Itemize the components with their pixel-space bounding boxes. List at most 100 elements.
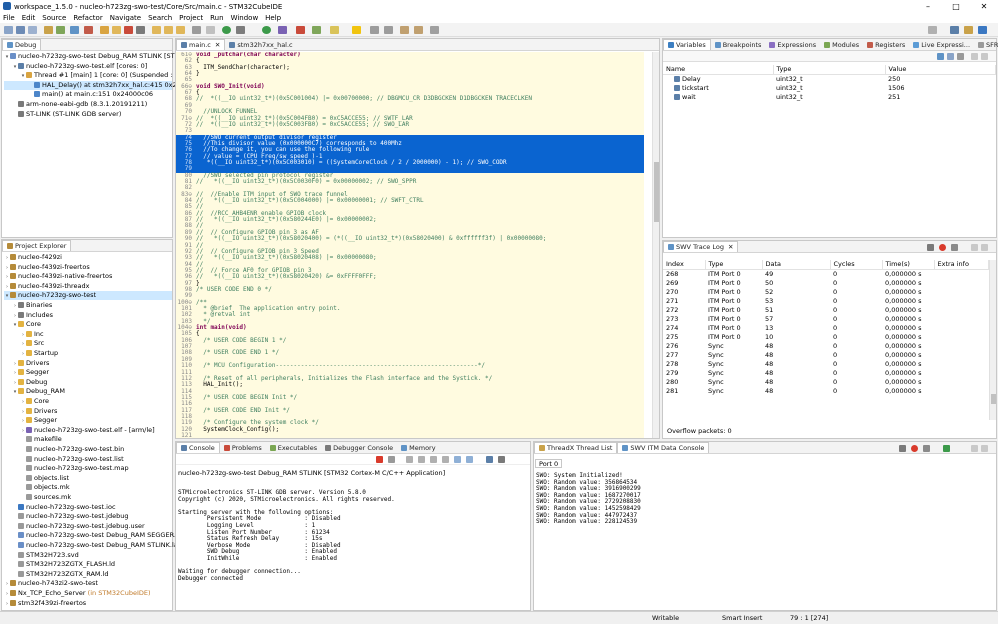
tab-executables[interactable]: Executables bbox=[266, 442, 321, 453]
menu-search[interactable]: Search bbox=[148, 14, 172, 22]
tab-variables[interactable]: Variables bbox=[663, 39, 711, 50]
tree-item[interactable]: › Drivers bbox=[4, 407, 172, 416]
tree-item[interactable]: nucleo-h723zg-swo-test.jdebug bbox=[4, 512, 172, 521]
tree-item[interactable]: nucleo-h723zg-swo-test Debug_RAM SEGGER.… bbox=[4, 531, 194, 540]
variable-row[interactable]: Delay uint32_t 250 bbox=[663, 74, 996, 83]
prev-annotation-icon[interactable] bbox=[384, 26, 393, 34]
tree-item[interactable]: ST-LINK (ST-LINK GDB server) bbox=[4, 110, 172, 119]
debug-run-icon[interactable] bbox=[222, 26, 231, 34]
table-row[interactable]: 270 ITM Port 0 52 0 0,000000 s bbox=[663, 287, 989, 296]
tree-item[interactable]: › Drivers bbox=[4, 359, 172, 368]
step-into-icon[interactable] bbox=[152, 26, 161, 34]
save-icon[interactable] bbox=[16, 26, 25, 34]
col-cycles[interactable]: Cycles bbox=[830, 260, 883, 270]
show-on-error-icon[interactable] bbox=[466, 456, 473, 463]
pin-console-icon[interactable] bbox=[442, 456, 449, 463]
forward-icon[interactable] bbox=[414, 26, 423, 34]
tab-debug[interactable]: Debug bbox=[2, 39, 42, 50]
tree-item[interactable]: › Debug bbox=[4, 378, 172, 387]
tree-item[interactable]: ▾ Core bbox=[4, 320, 172, 329]
tree-item[interactable]: › nucleo-f439zi-freertos bbox=[4, 263, 172, 272]
step-return-icon[interactable] bbox=[176, 26, 185, 34]
word-wrap-icon[interactable] bbox=[430, 456, 437, 463]
code-editor[interactable]: 61⊖ void _putchar(char character) 62{63 IT… bbox=[176, 52, 644, 438]
table-row[interactable]: 269 ITM Port 0 50 0 0,000000 s bbox=[663, 278, 989, 287]
resume-icon[interactable] bbox=[100, 26, 109, 34]
table-row[interactable]: 277 Sync 48 0 0,000000 s bbox=[663, 350, 989, 359]
tree-item[interactable]: STM32H723ZGTX_FLASH.ld bbox=[4, 560, 172, 569]
col-data[interactable]: Data bbox=[762, 260, 831, 270]
highlight-icon[interactable] bbox=[352, 26, 361, 34]
table-row[interactable]: 268 ITM Port 0 49 0 0,000000 s bbox=[663, 269, 989, 278]
close-tab-icon[interactable]: ✕ bbox=[215, 41, 220, 49]
table-row[interactable]: 281 Sync 48 0 0,000000 s bbox=[663, 386, 989, 395]
menu-edit[interactable]: Edit bbox=[22, 14, 36, 22]
tab-breakpoints[interactable]: Breakpoints bbox=[711, 39, 766, 50]
tree-item[interactable]: arm-none-eabi-gdb (8.3.1.20191211) bbox=[4, 100, 172, 109]
perspective-device-icon[interactable] bbox=[978, 26, 987, 34]
tree-item[interactable]: › nucleo-f439zi-native-freertos bbox=[4, 272, 172, 281]
tab-console[interactable]: Console bbox=[176, 442, 220, 453]
tab-port-0[interactable]: Port 0 bbox=[535, 459, 563, 468]
scroll-lock-icon[interactable] bbox=[418, 456, 425, 463]
clear-console-icon[interactable] bbox=[406, 456, 413, 463]
variable-row[interactable]: tickstart uint32_t 1506 bbox=[663, 83, 996, 92]
tab-expressions[interactable]: Expressions bbox=[765, 39, 820, 50]
tab-registers[interactable]: Registers bbox=[863, 39, 909, 50]
tree-item[interactable]: nucleo-h723zg-swo-test Debug_RAM STLINK.… bbox=[4, 541, 194, 550]
minimize-button[interactable]: – bbox=[914, 0, 942, 13]
settings-icon[interactable] bbox=[56, 26, 65, 34]
tree-item[interactable]: ▾ nucleo-h723zg-swo-test bbox=[4, 291, 172, 301]
device-config-icon[interactable] bbox=[70, 26, 79, 34]
tab-stm32h7xx-hal-c[interactable]: stm32h7xx_hal.c bbox=[225, 39, 296, 50]
col-type[interactable]: Type bbox=[773, 65, 886, 75]
display-console-icon[interactable] bbox=[486, 456, 493, 463]
terminate-icon[interactable] bbox=[376, 456, 383, 463]
clear-trace-icon[interactable] bbox=[951, 244, 958, 251]
menu-file[interactable]: File bbox=[3, 14, 15, 22]
menu-source[interactable]: Source bbox=[42, 14, 66, 22]
add-port-icon[interactable] bbox=[943, 445, 950, 452]
disconnect-icon[interactable] bbox=[136, 26, 145, 34]
tree-item[interactable]: › nucleo-h723zg-swo-test.elf - [arm/le] bbox=[4, 426, 172, 435]
perspective-debug-icon[interactable] bbox=[964, 26, 973, 34]
variable-row[interactable]: wait uint32_t 251 bbox=[663, 92, 996, 101]
save-all-icon[interactable] bbox=[28, 26, 37, 34]
skip-breakpoints-icon[interactable] bbox=[84, 26, 93, 34]
tree-item[interactable]: main() at main.c:151 0x24000c06 bbox=[4, 90, 172, 99]
col-time[interactable]: Time(s) bbox=[882, 260, 935, 270]
open-console-icon[interactable] bbox=[498, 456, 505, 463]
tree-item[interactable]: › nucleo-f429zi bbox=[4, 253, 172, 262]
col-index[interactable]: Index bbox=[663, 260, 706, 270]
menu-navigate[interactable]: Navigate bbox=[110, 14, 141, 22]
trace-scrollbar[interactable] bbox=[989, 260, 996, 420]
table-row[interactable]: 280 Sync 48 0 0,000000 s bbox=[663, 377, 989, 386]
maximize-view-icon[interactable] bbox=[981, 53, 988, 60]
tab-swv-trace-log[interactable]: SWV Trace Log ✕ bbox=[663, 241, 739, 252]
tree-item[interactable]: ▾ nucleo-h723zg-swo-test.elf [cores: 0] bbox=[4, 62, 172, 71]
search-icon[interactable] bbox=[312, 26, 321, 34]
table-row[interactable]: 278 Sync 48 0 0,000000 s bbox=[663, 359, 989, 368]
tree-item[interactable]: › Startup bbox=[4, 349, 172, 358]
table-row[interactable]: 275 ITM Port 0 10 0 0,000000 s bbox=[663, 332, 989, 341]
col-type[interactable]: Type bbox=[705, 260, 763, 270]
tree-item[interactable]: nucleo-h723zg-swo-test.jdebug.user bbox=[4, 522, 172, 531]
maximize-button[interactable]: □ bbox=[942, 0, 970, 13]
table-row[interactable]: 273 ITM Port 0 57 0 0,000000 s bbox=[663, 314, 989, 323]
menu-run[interactable]: Run bbox=[210, 14, 223, 22]
tree-item[interactable]: nucleo-h723zg-swo-test.map bbox=[4, 464, 172, 473]
external-tools-icon[interactable] bbox=[278, 26, 287, 34]
tab-live-expressi-[interactable]: Live Expressi... bbox=[909, 39, 974, 50]
show-console-icon[interactable] bbox=[454, 456, 461, 463]
minimize-view-icon[interactable] bbox=[971, 445, 978, 452]
tree-item[interactable]: sources.mk bbox=[4, 493, 172, 502]
minimize-view-icon[interactable] bbox=[971, 53, 978, 60]
tree-item[interactable]: › Core bbox=[4, 397, 172, 406]
record-icon[interactable] bbox=[296, 26, 305, 34]
collapse-all-icon[interactable] bbox=[947, 53, 954, 60]
col-extra-info[interactable]: Extra info bbox=[934, 260, 989, 270]
build-icon[interactable] bbox=[44, 26, 53, 34]
search-icon-right[interactable] bbox=[928, 26, 937, 34]
tree-item[interactable]: ▾ nucleo-h723zg-swo-test Debug_RAM STLINK… bbox=[4, 52, 195, 61]
tree-item[interactable]: HAL_Delay() at stm32h7xx_hal.c:415 0x240… bbox=[4, 80, 197, 90]
